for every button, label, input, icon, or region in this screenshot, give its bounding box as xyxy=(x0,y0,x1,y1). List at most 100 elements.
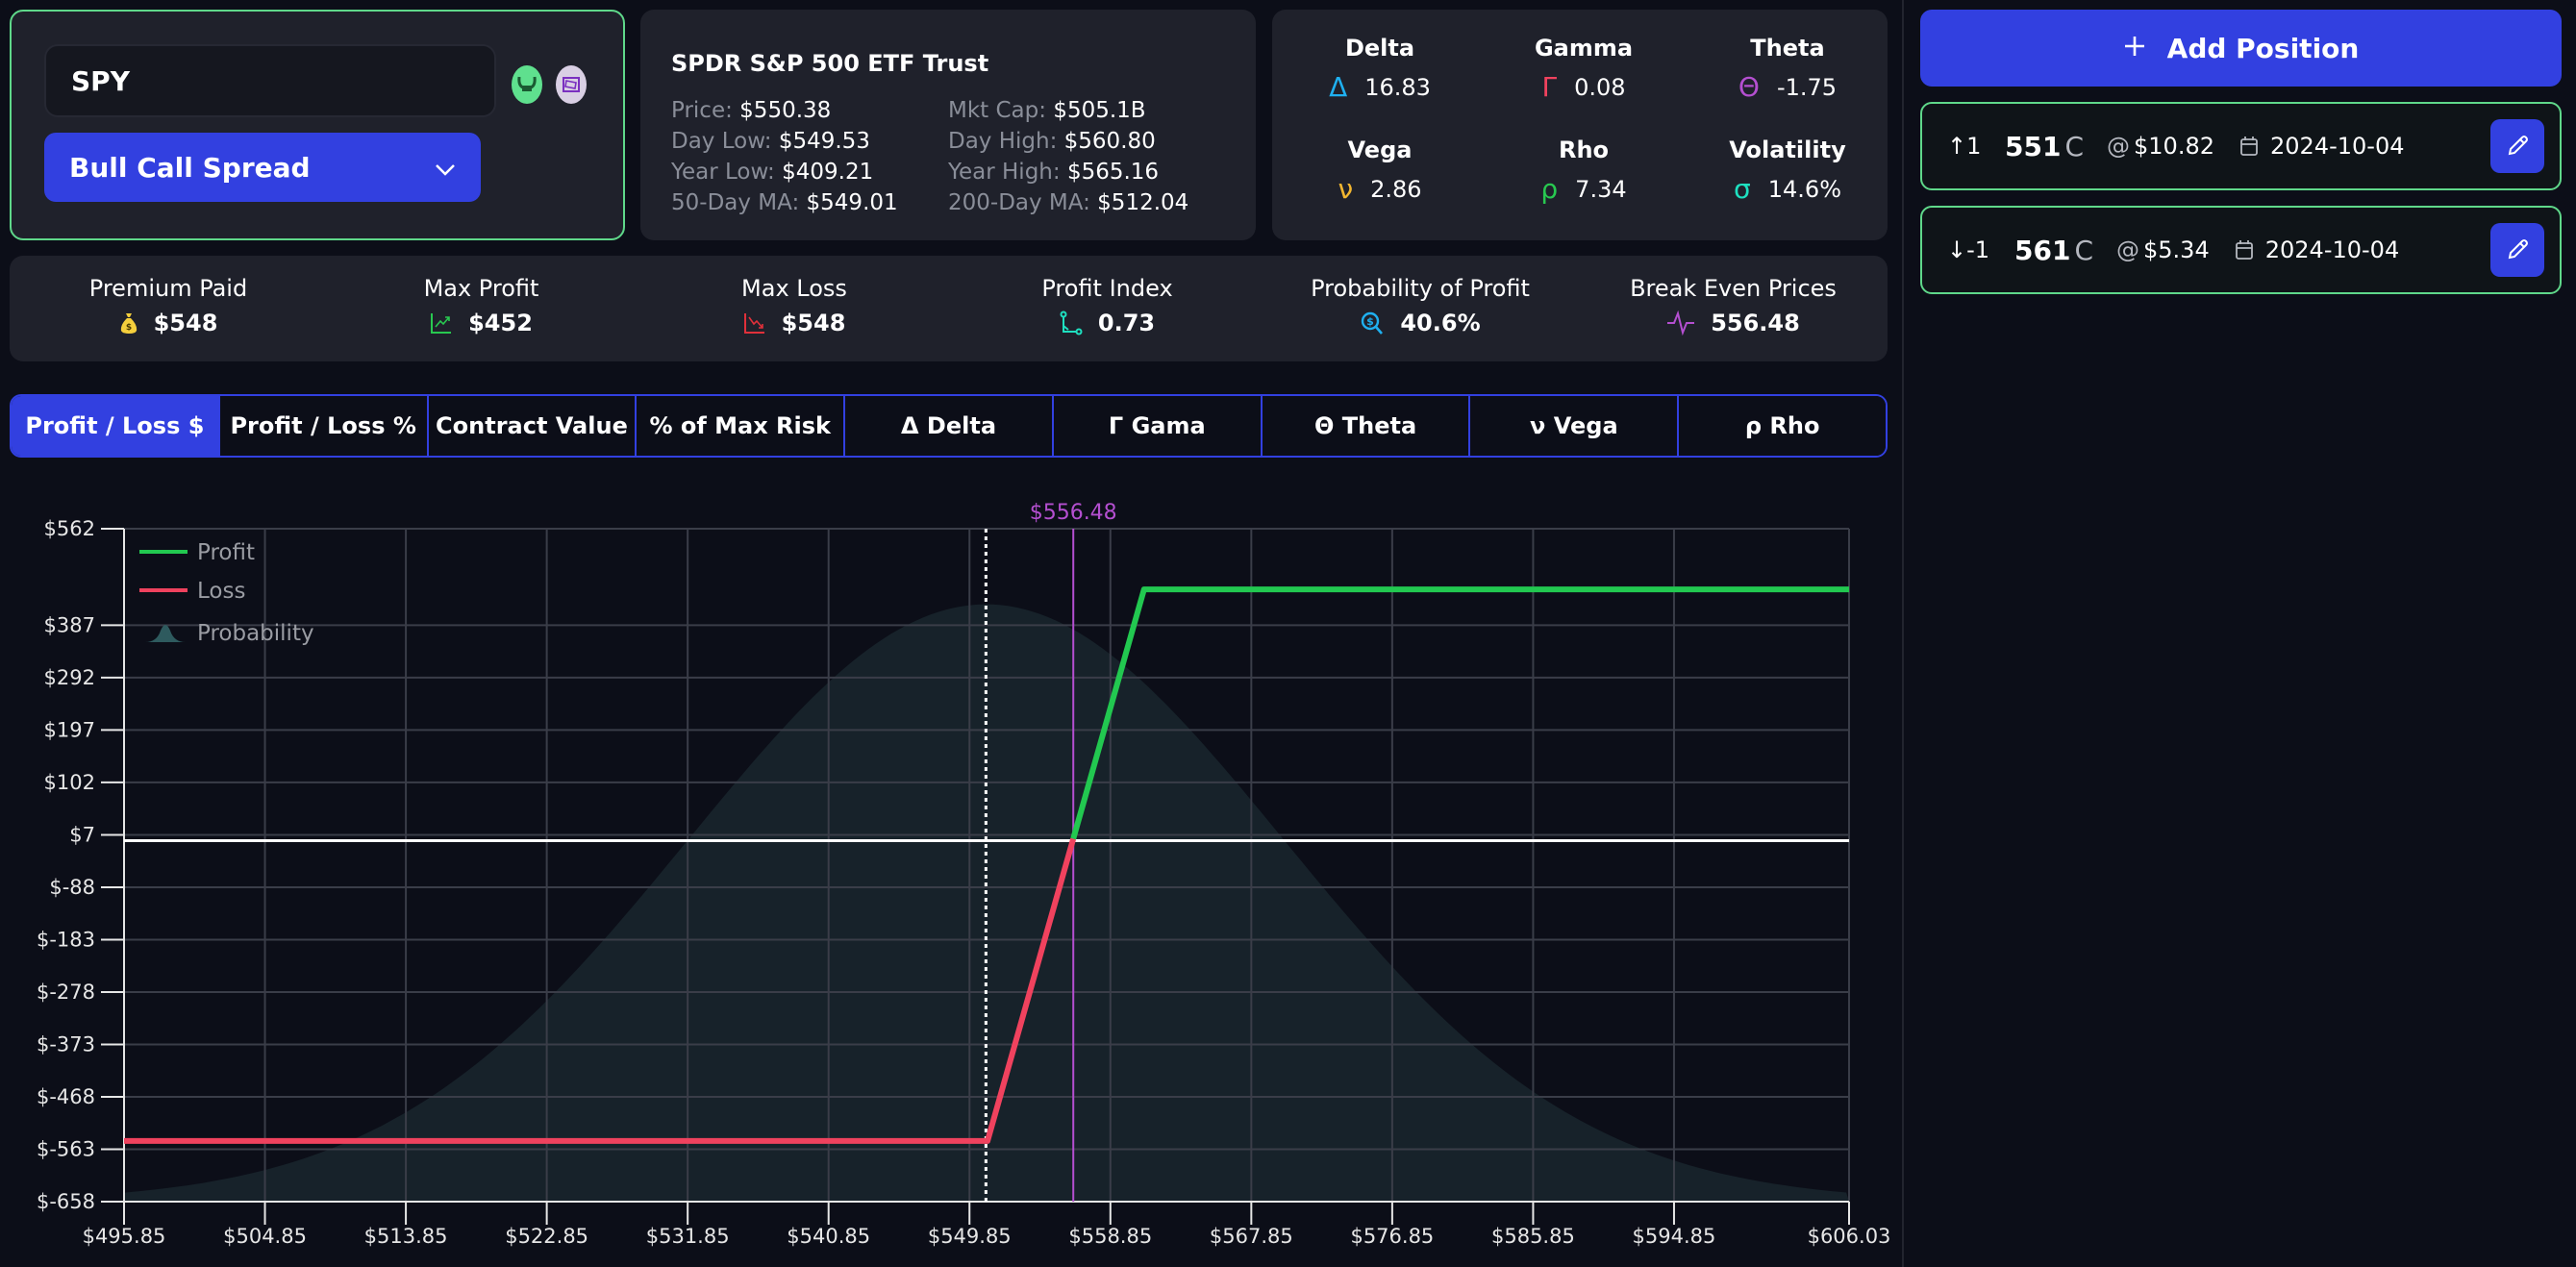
info-label: Mkt Cap: xyxy=(948,98,1046,123)
x-tick-label: $585.85 xyxy=(1491,1225,1575,1248)
greek-value-row: Δ 16.83 xyxy=(1284,71,1476,103)
greek-value: 0.08 xyxy=(1574,73,1626,101)
edit-position-button[interactable] xyxy=(2490,119,2544,173)
stat-value-row: $548 xyxy=(640,310,948,336)
info-row: Day High: $560.80 xyxy=(948,129,1156,154)
trending-up-icon xyxy=(430,311,453,335)
x-tick-label: $594.85 xyxy=(1633,1225,1716,1248)
summary-panel: Premium Paid $ $548 Max Profit $452 Max Loss $… xyxy=(10,256,1888,361)
position-card[interactable]: ↓-1 561 C @ $5.34 2024-10-04 xyxy=(1920,206,2562,294)
greek-value-row: Γ 0.08 xyxy=(1488,71,1680,103)
info-label: 200-Day MA: xyxy=(948,190,1090,215)
quantity-value: 1 xyxy=(1966,133,1982,160)
tab-delta[interactable]: Δ Delta xyxy=(845,396,1054,456)
edit-position-button[interactable] xyxy=(2490,223,2544,277)
pencil-icon xyxy=(2505,134,2530,159)
greek-label: Rho xyxy=(1558,137,1610,163)
add-position-label: Add Position xyxy=(2166,32,2360,64)
tab-profit-loss-dollar[interactable]: Profit / Loss $ xyxy=(12,396,220,456)
greek-value: 14.6% xyxy=(1767,175,1841,203)
stat-break-even-prices: Break Even Prices 556.48 xyxy=(1580,275,1888,336)
stat-label: Premium Paid xyxy=(88,275,248,302)
info-value: $560.80 xyxy=(1063,129,1156,154)
y-tick-label: $197 xyxy=(44,718,95,741)
trending-down-icon xyxy=(743,311,766,335)
break-even-label: $556.48 xyxy=(1030,501,1117,525)
sidebar-divider[interactable] xyxy=(1902,0,1904,1267)
frame-icon[interactable] xyxy=(556,65,587,104)
y-tick-label: $-278 xyxy=(37,981,95,1004)
info-label: Year Low: xyxy=(671,160,775,185)
position-price: $5.34 xyxy=(2143,236,2210,263)
add-position-button[interactable]: Add Position xyxy=(1920,10,2562,87)
info-row: Price: $550.38 xyxy=(671,98,831,123)
y-tick-label: $-563 xyxy=(37,1137,95,1160)
y-tick-label: $7 xyxy=(69,823,95,846)
x-tick-label: $558.85 xyxy=(1068,1225,1152,1248)
vega-symbol-icon: ν xyxy=(1338,173,1354,205)
greek-value: 2.86 xyxy=(1370,175,1422,203)
y-tick-label: $-468 xyxy=(37,1085,95,1108)
strategy-select[interactable]: Bull Call Spread xyxy=(44,133,481,202)
chevron-down-icon xyxy=(435,152,456,184)
x-tick-label: $531.85 xyxy=(646,1225,730,1248)
info-label: 50-Day MA: xyxy=(671,190,800,215)
info-label: Day Low: xyxy=(671,129,772,154)
stat-value-row: $ $548 xyxy=(14,310,322,336)
strategy-label: Bull Call Spread xyxy=(69,151,311,184)
greek-value-row: Θ -1.75 xyxy=(1691,71,1884,103)
search-dollar-icon: $ xyxy=(1360,311,1385,335)
position-type: C xyxy=(2074,234,2094,266)
ticker-input[interactable] xyxy=(44,44,496,117)
tab-rho[interactable]: ρ Rho xyxy=(1679,396,1886,456)
y-tick-label: $-183 xyxy=(37,928,95,951)
x-tick-label: $504.85 xyxy=(223,1225,307,1248)
at-symbol: @ xyxy=(2116,236,2140,263)
tab-contract-value[interactable]: Contract Value xyxy=(428,396,638,456)
info-row: Year High: $565.16 xyxy=(948,160,1159,185)
info-value: $565.16 xyxy=(1066,160,1160,185)
greek-volatility: Volatility σ 14.6% xyxy=(1691,137,1884,205)
info-value: $549.01 xyxy=(806,190,898,215)
info-label: Price: xyxy=(671,98,733,123)
tab-vega[interactable]: ν Vega xyxy=(1470,396,1680,456)
calendar-icon xyxy=(2235,239,2254,261)
svg-text:$: $ xyxy=(1367,315,1375,328)
tab-percent-max-risk[interactable]: % of Max Risk xyxy=(637,396,846,456)
greek-label: Gamma xyxy=(1534,35,1634,62)
position-card[interactable]: ↑1 551 C @ $10.82 2024-10-04 xyxy=(1920,102,2562,190)
stat-value-row: 0.73 xyxy=(954,310,1262,336)
position-expiry: 2024-10-04 xyxy=(2270,133,2405,160)
tab-theta[interactable]: Θ Theta xyxy=(1262,396,1471,456)
position-strike: 561 xyxy=(2014,234,2071,266)
theta-symbol-icon: Θ xyxy=(1738,71,1760,103)
tab-profit-loss-percent[interactable]: Profit / Loss % xyxy=(219,396,429,456)
tab-gamma[interactable]: Γ Gama xyxy=(1053,396,1263,456)
info-row: Year Low: $409.21 xyxy=(671,160,873,185)
stat-value: 556.48 xyxy=(1711,310,1800,336)
info-value: $512.04 xyxy=(1097,190,1189,215)
y-tick-label: $-658 xyxy=(37,1190,95,1213)
graph-icon xyxy=(1060,311,1083,335)
stat-value: $452 xyxy=(468,310,533,336)
y-tick-label: $-373 xyxy=(37,1032,95,1056)
ticker-panel: Bull Call Spread xyxy=(10,10,625,240)
greek-value-row: σ 14.6% xyxy=(1691,173,1884,205)
y-tick-label: $-88 xyxy=(49,876,95,899)
greek-rho: Rho ρ 7.34 xyxy=(1488,137,1680,205)
greek-vega: Vega ν 2.86 xyxy=(1284,137,1476,205)
legend-probability-swatch xyxy=(145,625,186,642)
quantity-value: -1 xyxy=(1966,236,1990,263)
info-label: Day High: xyxy=(948,129,1058,154)
plus-icon xyxy=(2123,33,2146,64)
y-tick-label: $292 xyxy=(44,666,95,689)
arrow-up-icon: ↑ xyxy=(1947,133,1967,160)
bull-icon[interactable] xyxy=(512,65,542,104)
greek-label: Theta xyxy=(1750,35,1825,62)
rho-symbol-icon: ρ xyxy=(1540,173,1559,205)
gamma-symbol-icon: Γ xyxy=(1541,71,1558,103)
position-strike: 551 xyxy=(2005,130,2062,162)
pl-chart: $562 $387 $292 $197 $102 $7 $-88 $-183 $-278 $-37… xyxy=(37,501,1890,1248)
info-row: Day Low: $549.53 xyxy=(671,129,870,154)
greek-value: 16.83 xyxy=(1364,73,1431,101)
